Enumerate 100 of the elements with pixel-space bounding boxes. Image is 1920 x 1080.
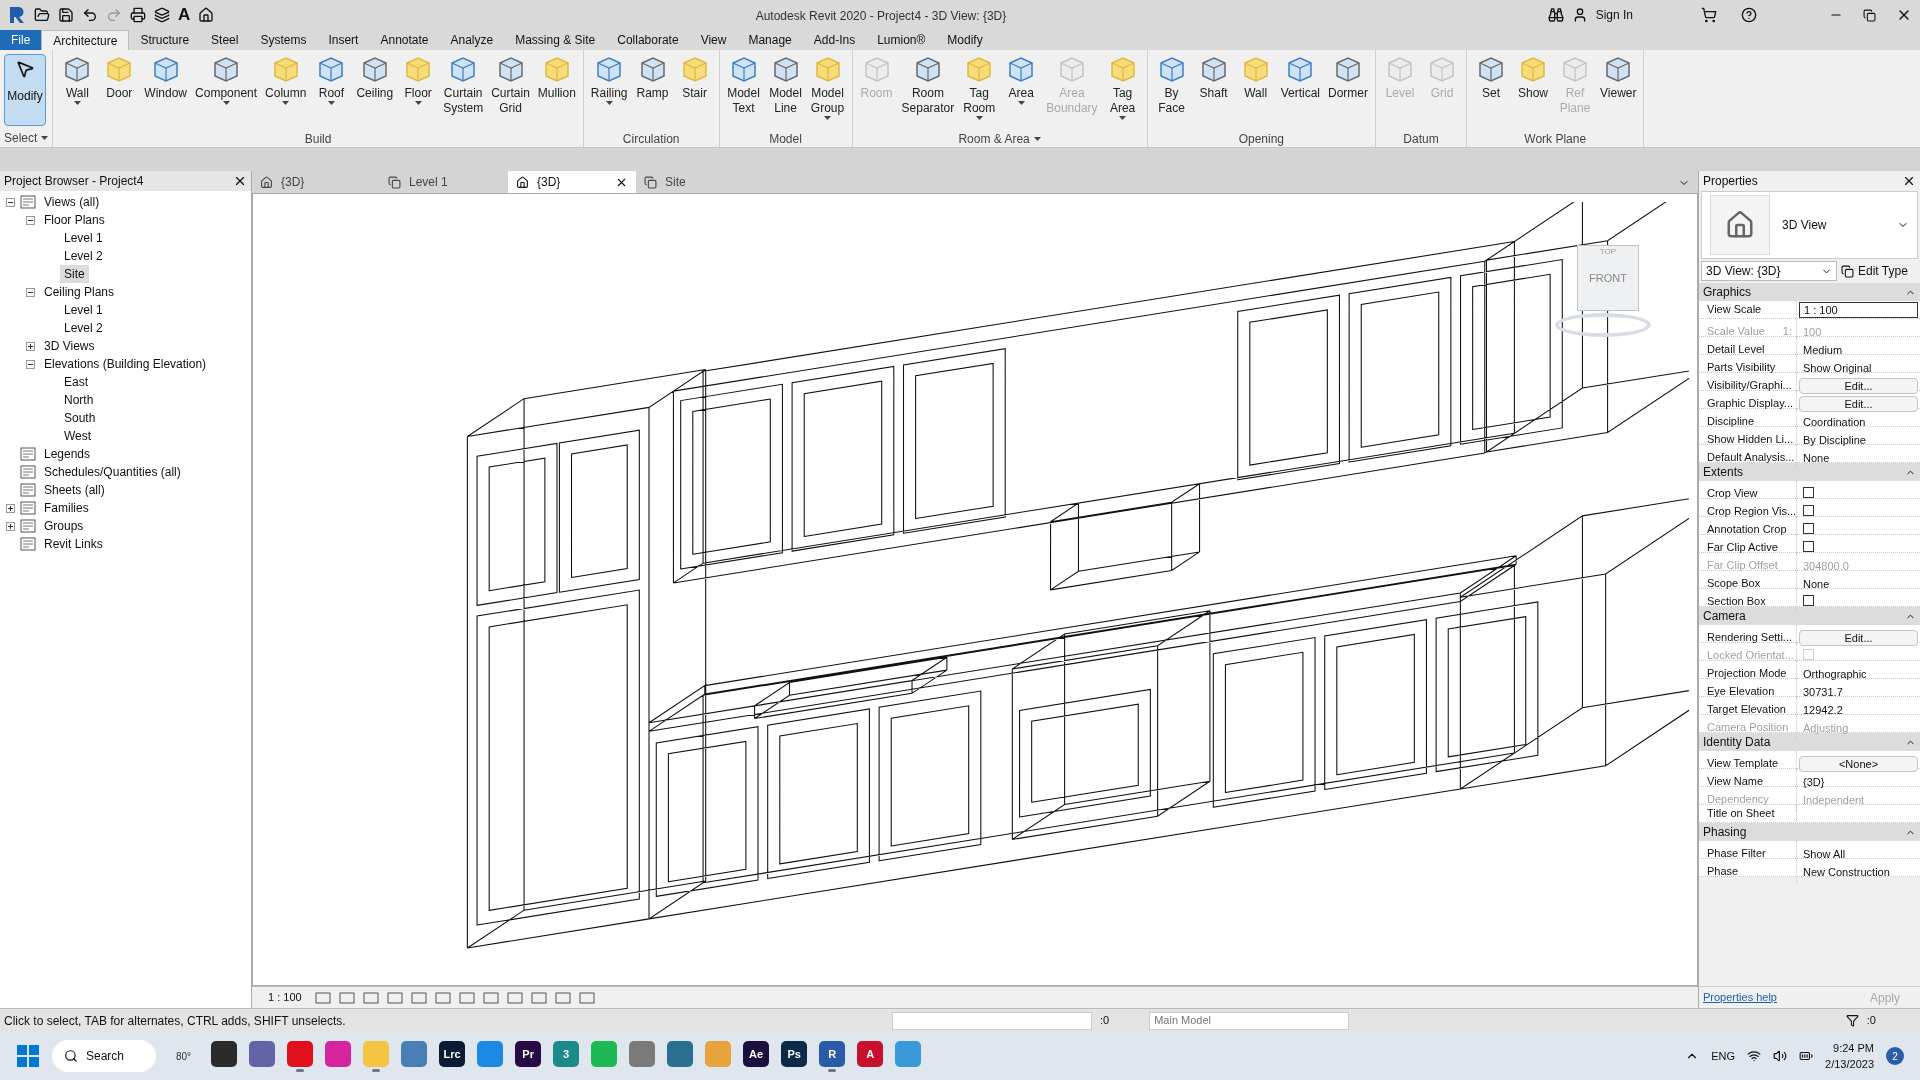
ribbon-tool-button[interactable]: Ceiling (353, 54, 397, 130)
clock-time[interactable]: 9:24 PM (1833, 1039, 1874, 1056)
properties-help-link[interactable]: Properties help (1703, 989, 1777, 1006)
document-tab[interactable]: {3D} (508, 171, 636, 193)
tree-item[interactable]: 3D Views (40, 337, 99, 355)
ribbon-tab[interactable]: Add-Ins (802, 30, 867, 50)
tree-item[interactable]: Schedules/Quantities (all) (40, 463, 185, 481)
windows-start-icon[interactable] (16, 1044, 40, 1068)
edit-button[interactable]: Edit... (1799, 378, 1918, 394)
tree-item[interactable]: Elevations (Building Elevation) (40, 355, 211, 373)
edit-type-button[interactable]: Edit Type (1841, 262, 1908, 280)
ribbon-tab[interactable]: File (0, 30, 42, 50)
tree-item[interactable]: South (60, 409, 100, 427)
text-tool-button[interactable]: A (178, 2, 191, 28)
collapse-icon[interactable] (6, 197, 15, 207)
collapse-icon[interactable] (26, 215, 35, 225)
ribbon-tool-button[interactable]: Curtain Grid (488, 54, 533, 130)
ribbon-tab[interactable]: Systems (249, 30, 318, 50)
expand-icon[interactable] (6, 521, 15, 531)
ribbon-tool-button[interactable]: Shaft (1193, 54, 1234, 130)
checkbox[interactable] (1803, 505, 1814, 516)
expand-icon[interactable] (6, 503, 15, 513)
ribbon-tool-button[interactable]: Set (1471, 54, 1511, 130)
ribbon-tab[interactable]: Structure (129, 30, 201, 50)
collapse-icon[interactable] (26, 359, 35, 369)
ribbon-tool-button[interactable]: Mullion (534, 54, 579, 130)
clock-date[interactable]: 2/13/2023 (1825, 1056, 1874, 1073)
ribbon-tool-button[interactable]: Model Line (765, 54, 806, 130)
view-selector-dropdown[interactable]: 3D View: {3D} (1701, 261, 1837, 281)
property-input[interactable]: 1 : 100 (1799, 301, 1918, 318)
collapse-icon[interactable] (26, 287, 35, 297)
ribbon-tool-button[interactable]: Stair (674, 54, 715, 130)
ribbon-tab[interactable]: Massing & Site (504, 30, 607, 50)
save-icon[interactable] (58, 7, 74, 23)
checkbox[interactable] (1803, 541, 1814, 552)
layers-icon[interactable] (154, 7, 170, 23)
ribbon-tab[interactable]: Steel (200, 30, 250, 50)
ribbon-tool-button[interactable]: Vertical (1277, 54, 1323, 130)
checkbox[interactable] (1803, 487, 1814, 498)
tree-item[interactable]: West (60, 427, 96, 445)
tree-item[interactable]: Level 2 (60, 319, 107, 337)
ribbon-tool-button[interactable]: Door (99, 54, 140, 130)
ribbon-tab[interactable]: View (689, 30, 738, 50)
ribbon-tool-button[interactable]: Model Text (723, 54, 764, 130)
ribbon-tool-button[interactable]: Window (141, 54, 191, 130)
expand-icon[interactable] (26, 341, 35, 351)
view-scale-label[interactable]: 1 : 100 (268, 989, 302, 1006)
ribbon-tool-button[interactable]: Component (192, 54, 261, 130)
checkbox[interactable] (1803, 523, 1814, 534)
ribbon-tool-button[interactable]: Tag Area (1102, 54, 1143, 130)
cart-icon[interactable] (1701, 7, 1717, 23)
help-icon[interactable] (1741, 7, 1757, 23)
close-icon[interactable] (233, 174, 247, 188)
house-icon[interactable] (198, 7, 215, 23)
print-icon[interactable] (130, 7, 146, 23)
ribbon-tool-button[interactable]: Wall (1235, 54, 1276, 130)
design-option-dropdown[interactable]: Main Model (1149, 1011, 1350, 1030)
ribbon-tool-button[interactable]: Model Group (807, 54, 848, 130)
ribbon-tool-button[interactable]: Area (1001, 54, 1042, 130)
notification-badge[interactable]: 2 (1886, 1047, 1904, 1065)
tree-item[interactable]: Views (all) (40, 193, 104, 211)
edit-button[interactable]: Edit... (1799, 630, 1918, 646)
weather-widget[interactable]: 80° (168, 1048, 200, 1064)
ribbon-tool-button[interactable]: Curtain System (440, 54, 487, 130)
ribbon-tool-button[interactable]: Floor (398, 54, 439, 130)
open-icon[interactable] (34, 7, 50, 23)
tree-item[interactable]: Level 1 (60, 301, 107, 319)
battery-icon[interactable] (1799, 1049, 1814, 1063)
ribbon-tab[interactable]: Modify (936, 30, 994, 50)
tree-item[interactable]: Revit Links (40, 535, 107, 553)
language-indicator[interactable]: ENG (1711, 1047, 1736, 1065)
ribbon-tool-button[interactable]: Wall (57, 54, 98, 130)
sign-in-link[interactable]: Sign In (1595, 6, 1633, 24)
filter-icon[interactable] (1845, 1014, 1859, 1027)
edit-button[interactable]: Edit... (1799, 396, 1918, 412)
tree-item[interactable]: Legends (40, 445, 95, 463)
ribbon-tool-button[interactable]: Column (262, 54, 310, 130)
tree-item[interactable]: Ceiling Plans (40, 283, 119, 301)
ribbon-tool-button[interactable]: Ramp (632, 54, 673, 130)
tree-item[interactable]: North (60, 391, 98, 409)
ribbon-tab[interactable]: Lumion® (866, 30, 937, 50)
close-icon[interactable] (1902, 174, 1916, 188)
ribbon-tab[interactable]: Annotate (369, 30, 440, 50)
tree-item[interactable]: Groups (40, 517, 88, 535)
binoculars-icon[interactable] (1547, 7, 1564, 23)
taskbar-search-button[interactable]: Search (52, 1040, 156, 1072)
tree-item[interactable]: East (60, 373, 92, 391)
tree-item[interactable]: Level 1 (60, 229, 107, 247)
speaker-icon[interactable] (1773, 1049, 1788, 1063)
ribbon-tool-button[interactable]: Railing (587, 54, 631, 130)
checkbox[interactable] (1803, 595, 1814, 606)
ribbon-tool-button[interactable]: Roof (311, 54, 352, 130)
ribbon-tool-button[interactable]: Show (1513, 54, 1553, 130)
wifi-icon[interactable] (1747, 1049, 1762, 1063)
restore-icon[interactable] (1863, 8, 1876, 22)
ribbon-tool-button[interactable]: Room Separator (898, 54, 958, 130)
ribbon-tab[interactable]: Analyze (439, 30, 505, 50)
ribbon-tool-button[interactable]: Tag Room (959, 54, 1000, 130)
ribbon-tab[interactable]: Collaborate (606, 30, 690, 50)
ribbon-tab[interactable]: Architecture (41, 30, 130, 50)
